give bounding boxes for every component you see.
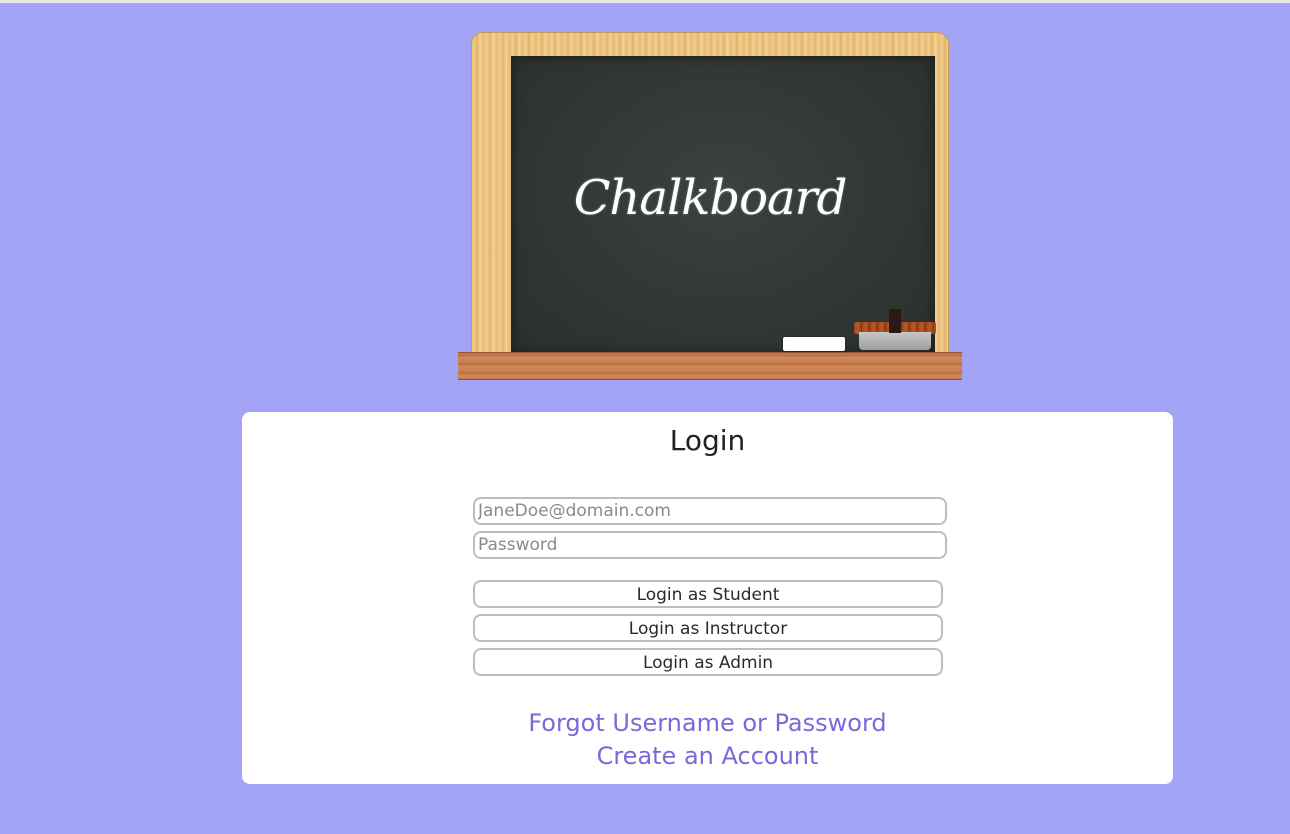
forgot-credentials-link[interactable]: Forgot Username or Password bbox=[242, 709, 1173, 737]
eraser-base bbox=[859, 332, 931, 350]
chalkboard-shelf bbox=[458, 352, 962, 380]
eraser-handle bbox=[889, 309, 901, 333]
login-title: Login bbox=[669, 424, 746, 457]
email-field[interactable] bbox=[473, 497, 947, 525]
app-logo-title: Chalkboard bbox=[573, 170, 848, 226]
password-field[interactable] bbox=[473, 531, 947, 559]
login-admin-button[interactable]: Login as Admin bbox=[473, 648, 943, 676]
login-student-button[interactable]: Login as Student bbox=[473, 580, 943, 608]
login-instructor-button[interactable]: Login as Instructor bbox=[473, 614, 943, 642]
login-card: Login Login as Student Login as Instruct… bbox=[242, 412, 1173, 784]
top-border bbox=[0, 0, 1290, 3]
chalkboard-logo: Chalkboard bbox=[458, 32, 962, 380]
chalk-icon bbox=[783, 337, 845, 351]
create-account-link[interactable]: Create an Account bbox=[242, 742, 1173, 770]
